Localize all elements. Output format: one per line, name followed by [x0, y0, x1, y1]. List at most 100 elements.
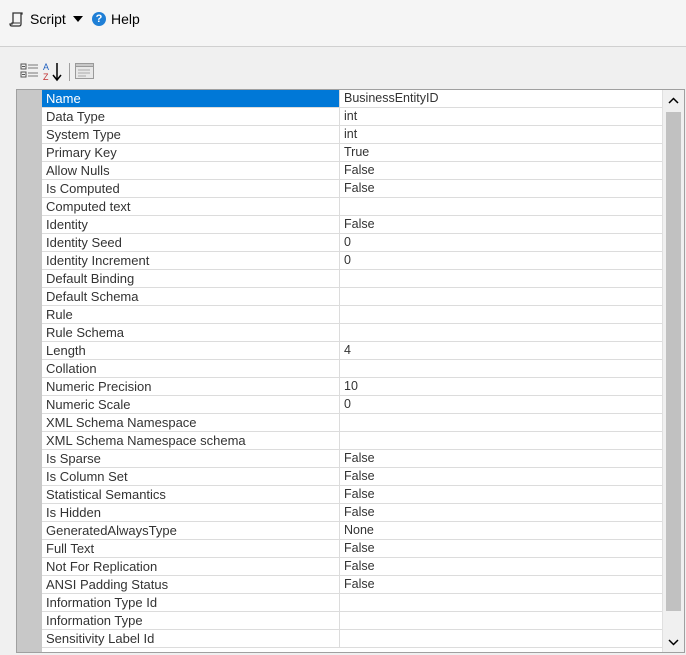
property-name[interactable]: Is Column Set [42, 468, 339, 485]
property-name[interactable]: Is Sparse [42, 450, 339, 467]
property-row[interactable]: Information Type Id [42, 594, 662, 612]
property-value[interactable]: False [339, 576, 662, 593]
property-value[interactable] [339, 324, 662, 341]
property-row[interactable]: Is Column Set False [42, 468, 662, 486]
property-row[interactable]: Length 4 [42, 342, 662, 360]
property-row[interactable]: Identity Increment 0 [42, 252, 662, 270]
property-name[interactable]: Sensitivity Label Id [42, 630, 339, 647]
property-name[interactable]: Rule [42, 306, 339, 323]
property-value[interactable]: True [339, 144, 662, 161]
property-value[interactable]: 4 [339, 342, 662, 359]
property-row[interactable]: Name BusinessEntityID [42, 90, 662, 108]
property-row[interactable]: Identity Seed 0 [42, 234, 662, 252]
property-value[interactable]: False [339, 504, 662, 521]
property-value[interactable]: 10 [339, 378, 662, 395]
property-row[interactable]: Information Type [42, 612, 662, 630]
property-value[interactable]: None [339, 522, 662, 539]
property-value[interactable]: 0 [339, 396, 662, 413]
property-row[interactable]: Default Binding [42, 270, 662, 288]
property-name[interactable]: Length [42, 342, 339, 359]
property-name[interactable]: Identity Seed [42, 234, 339, 251]
property-row[interactable]: ANSI Padding Status False [42, 576, 662, 594]
property-row[interactable]: Allow Nulls False [42, 162, 662, 180]
property-row[interactable]: Full Text False [42, 540, 662, 558]
property-row[interactable]: Is Computed False [42, 180, 662, 198]
property-name[interactable]: Name [42, 90, 339, 107]
property-row[interactable]: System Type int [42, 126, 662, 144]
property-value[interactable] [339, 306, 662, 323]
property-name[interactable]: XML Schema Namespace [42, 414, 339, 431]
property-value[interactable] [339, 414, 662, 431]
property-name[interactable]: Is Hidden [42, 504, 339, 521]
property-row[interactable]: Numeric Precision 10 [42, 378, 662, 396]
property-pages-icon[interactable] [74, 61, 96, 83]
property-name[interactable]: ANSI Padding Status [42, 576, 339, 593]
property-name[interactable]: Information Type Id [42, 594, 339, 611]
property-value[interactable] [339, 288, 662, 305]
property-name[interactable]: Numeric Precision [42, 378, 339, 395]
property-value[interactable]: False [339, 450, 662, 467]
property-value[interactable]: False [339, 486, 662, 503]
property-name[interactable]: Statistical Semantics [42, 486, 339, 503]
vertical-scrollbar[interactable] [662, 90, 684, 652]
property-row[interactable]: Is Hidden False [42, 504, 662, 522]
script-button[interactable]: Script [9, 9, 66, 29]
property-value[interactable]: 0 [339, 252, 662, 269]
property-value[interactable] [339, 594, 662, 611]
property-name[interactable]: Not For Replication [42, 558, 339, 575]
property-name[interactable]: XML Schema Namespace schema [42, 432, 339, 449]
property-value[interactable]: int [339, 108, 662, 125]
property-value[interactable] [339, 630, 662, 647]
property-row[interactable]: GeneratedAlwaysType None [42, 522, 662, 540]
help-button[interactable]: ? Help [92, 9, 140, 29]
property-name[interactable]: Default Binding [42, 270, 339, 287]
property-value[interactable]: False [339, 540, 662, 557]
categorized-view-icon[interactable] [20, 61, 40, 83]
property-row[interactable]: Statistical Semantics False [42, 486, 662, 504]
property-row[interactable]: Numeric Scale 0 [42, 396, 662, 414]
property-name[interactable]: Is Computed [42, 180, 339, 197]
scrollbar-thumb[interactable] [666, 112, 681, 611]
property-name[interactable]: Primary Key [42, 144, 339, 161]
property-name[interactable]: Identity [42, 216, 339, 233]
property-row[interactable]: Data Type int [42, 108, 662, 126]
property-name[interactable]: Default Schema [42, 288, 339, 305]
property-row[interactable]: Collation [42, 360, 662, 378]
property-name[interactable]: Collation [42, 360, 339, 377]
property-value[interactable] [339, 270, 662, 287]
property-row[interactable]: XML Schema Namespace schema [42, 432, 662, 450]
property-name[interactable]: GeneratedAlwaysType [42, 522, 339, 539]
scroll-up-icon[interactable] [663, 90, 684, 110]
property-name[interactable]: Data Type [42, 108, 339, 125]
property-name[interactable]: Numeric Scale [42, 396, 339, 413]
property-name[interactable]: Information Type [42, 612, 339, 629]
property-name[interactable]: System Type [42, 126, 339, 143]
property-value[interactable]: 0 [339, 234, 662, 251]
property-value[interactable]: False [339, 180, 662, 197]
property-row[interactable]: Rule [42, 306, 662, 324]
property-row[interactable]: XML Schema Namespace [42, 414, 662, 432]
property-name[interactable]: Identity Increment [42, 252, 339, 269]
property-value[interactable]: False [339, 468, 662, 485]
property-row[interactable]: Computed text [42, 198, 662, 216]
property-row[interactable]: Sensitivity Label Id [42, 630, 662, 648]
property-value[interactable] [339, 432, 662, 449]
property-row[interactable]: Identity False [42, 216, 662, 234]
property-row[interactable]: Not For Replication False [42, 558, 662, 576]
property-name[interactable]: Allow Nulls [42, 162, 339, 179]
property-row[interactable]: Rule Schema [42, 324, 662, 342]
property-row[interactable]: Primary Key True [42, 144, 662, 162]
property-value[interactable]: int [339, 126, 662, 143]
property-row[interactable]: Is Sparse False [42, 450, 662, 468]
property-value[interactable]: False [339, 558, 662, 575]
property-name[interactable]: Computed text [42, 198, 339, 215]
property-value[interactable]: False [339, 216, 662, 233]
property-value[interactable] [339, 360, 662, 377]
script-dropdown-arrow-icon[interactable] [73, 16, 83, 22]
property-name[interactable]: Rule Schema [42, 324, 339, 341]
property-name[interactable]: Full Text [42, 540, 339, 557]
scroll-down-icon[interactable] [663, 632, 684, 652]
alphabetical-sort-icon[interactable]: A Z [42, 61, 66, 83]
property-value[interactable]: BusinessEntityID [339, 90, 662, 107]
property-value[interactable] [339, 198, 662, 215]
